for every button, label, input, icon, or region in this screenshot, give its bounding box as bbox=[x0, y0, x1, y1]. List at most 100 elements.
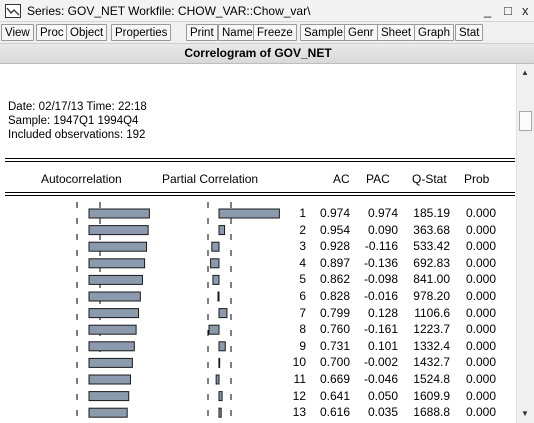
qstat-value: 1332.4 bbox=[413, 338, 450, 353]
lag-value: 3 bbox=[299, 239, 306, 254]
lag-value: 8 bbox=[299, 322, 306, 337]
prob-header: Prob bbox=[464, 172, 490, 186]
lag-value: 4 bbox=[299, 255, 306, 270]
pac-value: 0.035 bbox=[367, 405, 398, 420]
pac-value: -0.016 bbox=[363, 289, 398, 303]
prob-value: 0.000 bbox=[465, 372, 496, 386]
window-title: Series: GOV_NET Workfile: CHOW_VAR::Chow… bbox=[27, 4, 311, 18]
scroll-up-arrow-icon[interactable]: ▲ bbox=[521, 68, 529, 77]
pac-bar bbox=[218, 208, 280, 219]
prob-value: 0.000 bbox=[465, 239, 496, 254]
ac-header: AC bbox=[333, 172, 350, 186]
minimize-button[interactable]: _ bbox=[484, 3, 491, 18]
qstat-value: 841.00 bbox=[413, 272, 450, 287]
lag-value: 9 bbox=[299, 338, 306, 353]
ac-value: 0.760 bbox=[319, 322, 350, 337]
ac-bar bbox=[88, 357, 133, 368]
qstat-value: 185.19 bbox=[413, 206, 450, 220]
partial-correlation-header: Partial Correlation bbox=[162, 172, 259, 186]
name-button[interactable]: Name bbox=[218, 24, 257, 41]
print-button[interactable]: Print bbox=[186, 24, 218, 41]
ac-value: 0.616 bbox=[319, 405, 350, 420]
ac-bar bbox=[88, 274, 143, 285]
maximize-button[interactable]: □ bbox=[504, 3, 512, 18]
scrollbar-thumb[interactable] bbox=[519, 111, 532, 131]
correlogram-view[interactable]: Date: 02/17/13 Time: 22:18 Sample: 1947Q… bbox=[0, 64, 516, 423]
pac-bar bbox=[218, 391, 223, 402]
correlogram-bars-svg bbox=[76, 202, 280, 423]
pac-bar bbox=[208, 324, 220, 335]
date-line: Date: 02/17/13 Time: 22:18 bbox=[8, 101, 147, 113]
pac-bar bbox=[211, 241, 220, 252]
object-toolbar: View Proc Object Properties Print Name F… bbox=[0, 22, 534, 44]
pac-bar bbox=[218, 308, 228, 319]
pac-value: -0.116 bbox=[364, 239, 398, 254]
close-button[interactable]: x bbox=[522, 3, 529, 18]
pac-value: 0.974 bbox=[367, 206, 398, 220]
pac-value: -0.136 bbox=[363, 255, 398, 270]
pac-bar bbox=[218, 225, 226, 236]
proc-button[interactable]: Proc bbox=[36, 24, 68, 41]
lag-value: 12 bbox=[292, 388, 306, 403]
object-button[interactable]: Object bbox=[66, 24, 108, 41]
properties-button[interactable]: Properties bbox=[111, 24, 172, 41]
vertical-scrollbar[interactable]: ▲ ▼ bbox=[516, 64, 534, 423]
pac-value: -0.046 bbox=[363, 372, 398, 386]
pac-bar bbox=[210, 258, 220, 269]
pac-value: -0.098 bbox=[363, 272, 398, 287]
qstat-value: 1106.6 bbox=[414, 305, 450, 320]
qstat-header: Q-Stat bbox=[412, 172, 447, 186]
ac-value: 0.974 bbox=[319, 206, 350, 220]
header-divider-top-2 bbox=[5, 161, 515, 162]
autocorrelation-header: Autocorrelation bbox=[41, 172, 122, 186]
qstat-value: 1524.8 bbox=[413, 372, 450, 386]
sheet-button[interactable]: Sheet bbox=[377, 24, 416, 41]
qstat-value: 363.68 bbox=[413, 222, 450, 237]
genr-button[interactable]: Genr bbox=[344, 24, 378, 41]
ac-value: 0.700 bbox=[319, 355, 350, 370]
pac-value: 0.050 bbox=[367, 388, 398, 403]
pac-header: PAC bbox=[366, 172, 390, 186]
ac-bar bbox=[88, 258, 146, 269]
ac-value: 0.828 bbox=[319, 289, 350, 303]
ac-bar bbox=[88, 308, 140, 319]
lag-value: 7 bbox=[299, 305, 306, 320]
stats-button[interactable]: Stat bbox=[455, 24, 484, 41]
lag-value: 13 bbox=[292, 405, 306, 420]
prob-value: 0.000 bbox=[465, 222, 496, 237]
ac-value: 0.731 bbox=[319, 338, 350, 353]
freeze-button[interactable]: Freeze bbox=[253, 24, 297, 41]
qstat-value: 978.20 bbox=[413, 289, 450, 303]
lag-value: 11 bbox=[293, 372, 306, 386]
ac-bar bbox=[88, 374, 131, 385]
lag-value: 6 bbox=[299, 289, 306, 303]
lag-value: 5 bbox=[299, 272, 306, 287]
lag-value: 2 bbox=[299, 222, 306, 237]
sample-line: Sample: 1947Q1 1994Q4 bbox=[8, 115, 139, 127]
pac-bar bbox=[217, 291, 220, 302]
window-titlebar[interactable]: Series: GOV_NET Workfile: CHOW_VAR::Chow… bbox=[0, 0, 534, 22]
scroll-down-arrow-icon[interactable]: ▼ bbox=[521, 409, 529, 418]
graph-button[interactable]: Graph bbox=[414, 24, 454, 41]
sample-button[interactable]: Sample bbox=[300, 24, 347, 41]
ac-bar bbox=[88, 407, 128, 418]
qstat-value: 1688.8 bbox=[413, 405, 450, 420]
view-title: Correlogram of GOV_NET bbox=[184, 46, 332, 60]
series-icon bbox=[5, 4, 21, 18]
header-divider-top bbox=[5, 158, 515, 159]
pac-value: 0.128 bbox=[367, 305, 398, 320]
pac-bar bbox=[215, 374, 220, 385]
prob-value: 0.000 bbox=[465, 322, 496, 337]
pac-value: 0.090 bbox=[367, 222, 398, 237]
ac-value: 0.641 bbox=[319, 388, 350, 403]
correlogram-rows: 1 0.974 0.974 185.19 0.000 2 0.954 0.090 363.68 0… bbox=[0, 202, 516, 423]
ac-bar bbox=[88, 241, 148, 252]
lag-value: 10 bbox=[292, 355, 306, 370]
lag-value: 1 bbox=[299, 206, 306, 220]
prob-value: 0.000 bbox=[465, 289, 496, 303]
view-button[interactable]: View bbox=[1, 24, 34, 41]
ac-bar bbox=[88, 225, 149, 236]
ac-bar bbox=[88, 341, 135, 352]
header-divider-bottom bbox=[5, 192, 515, 193]
prob-value: 0.000 bbox=[465, 305, 496, 320]
